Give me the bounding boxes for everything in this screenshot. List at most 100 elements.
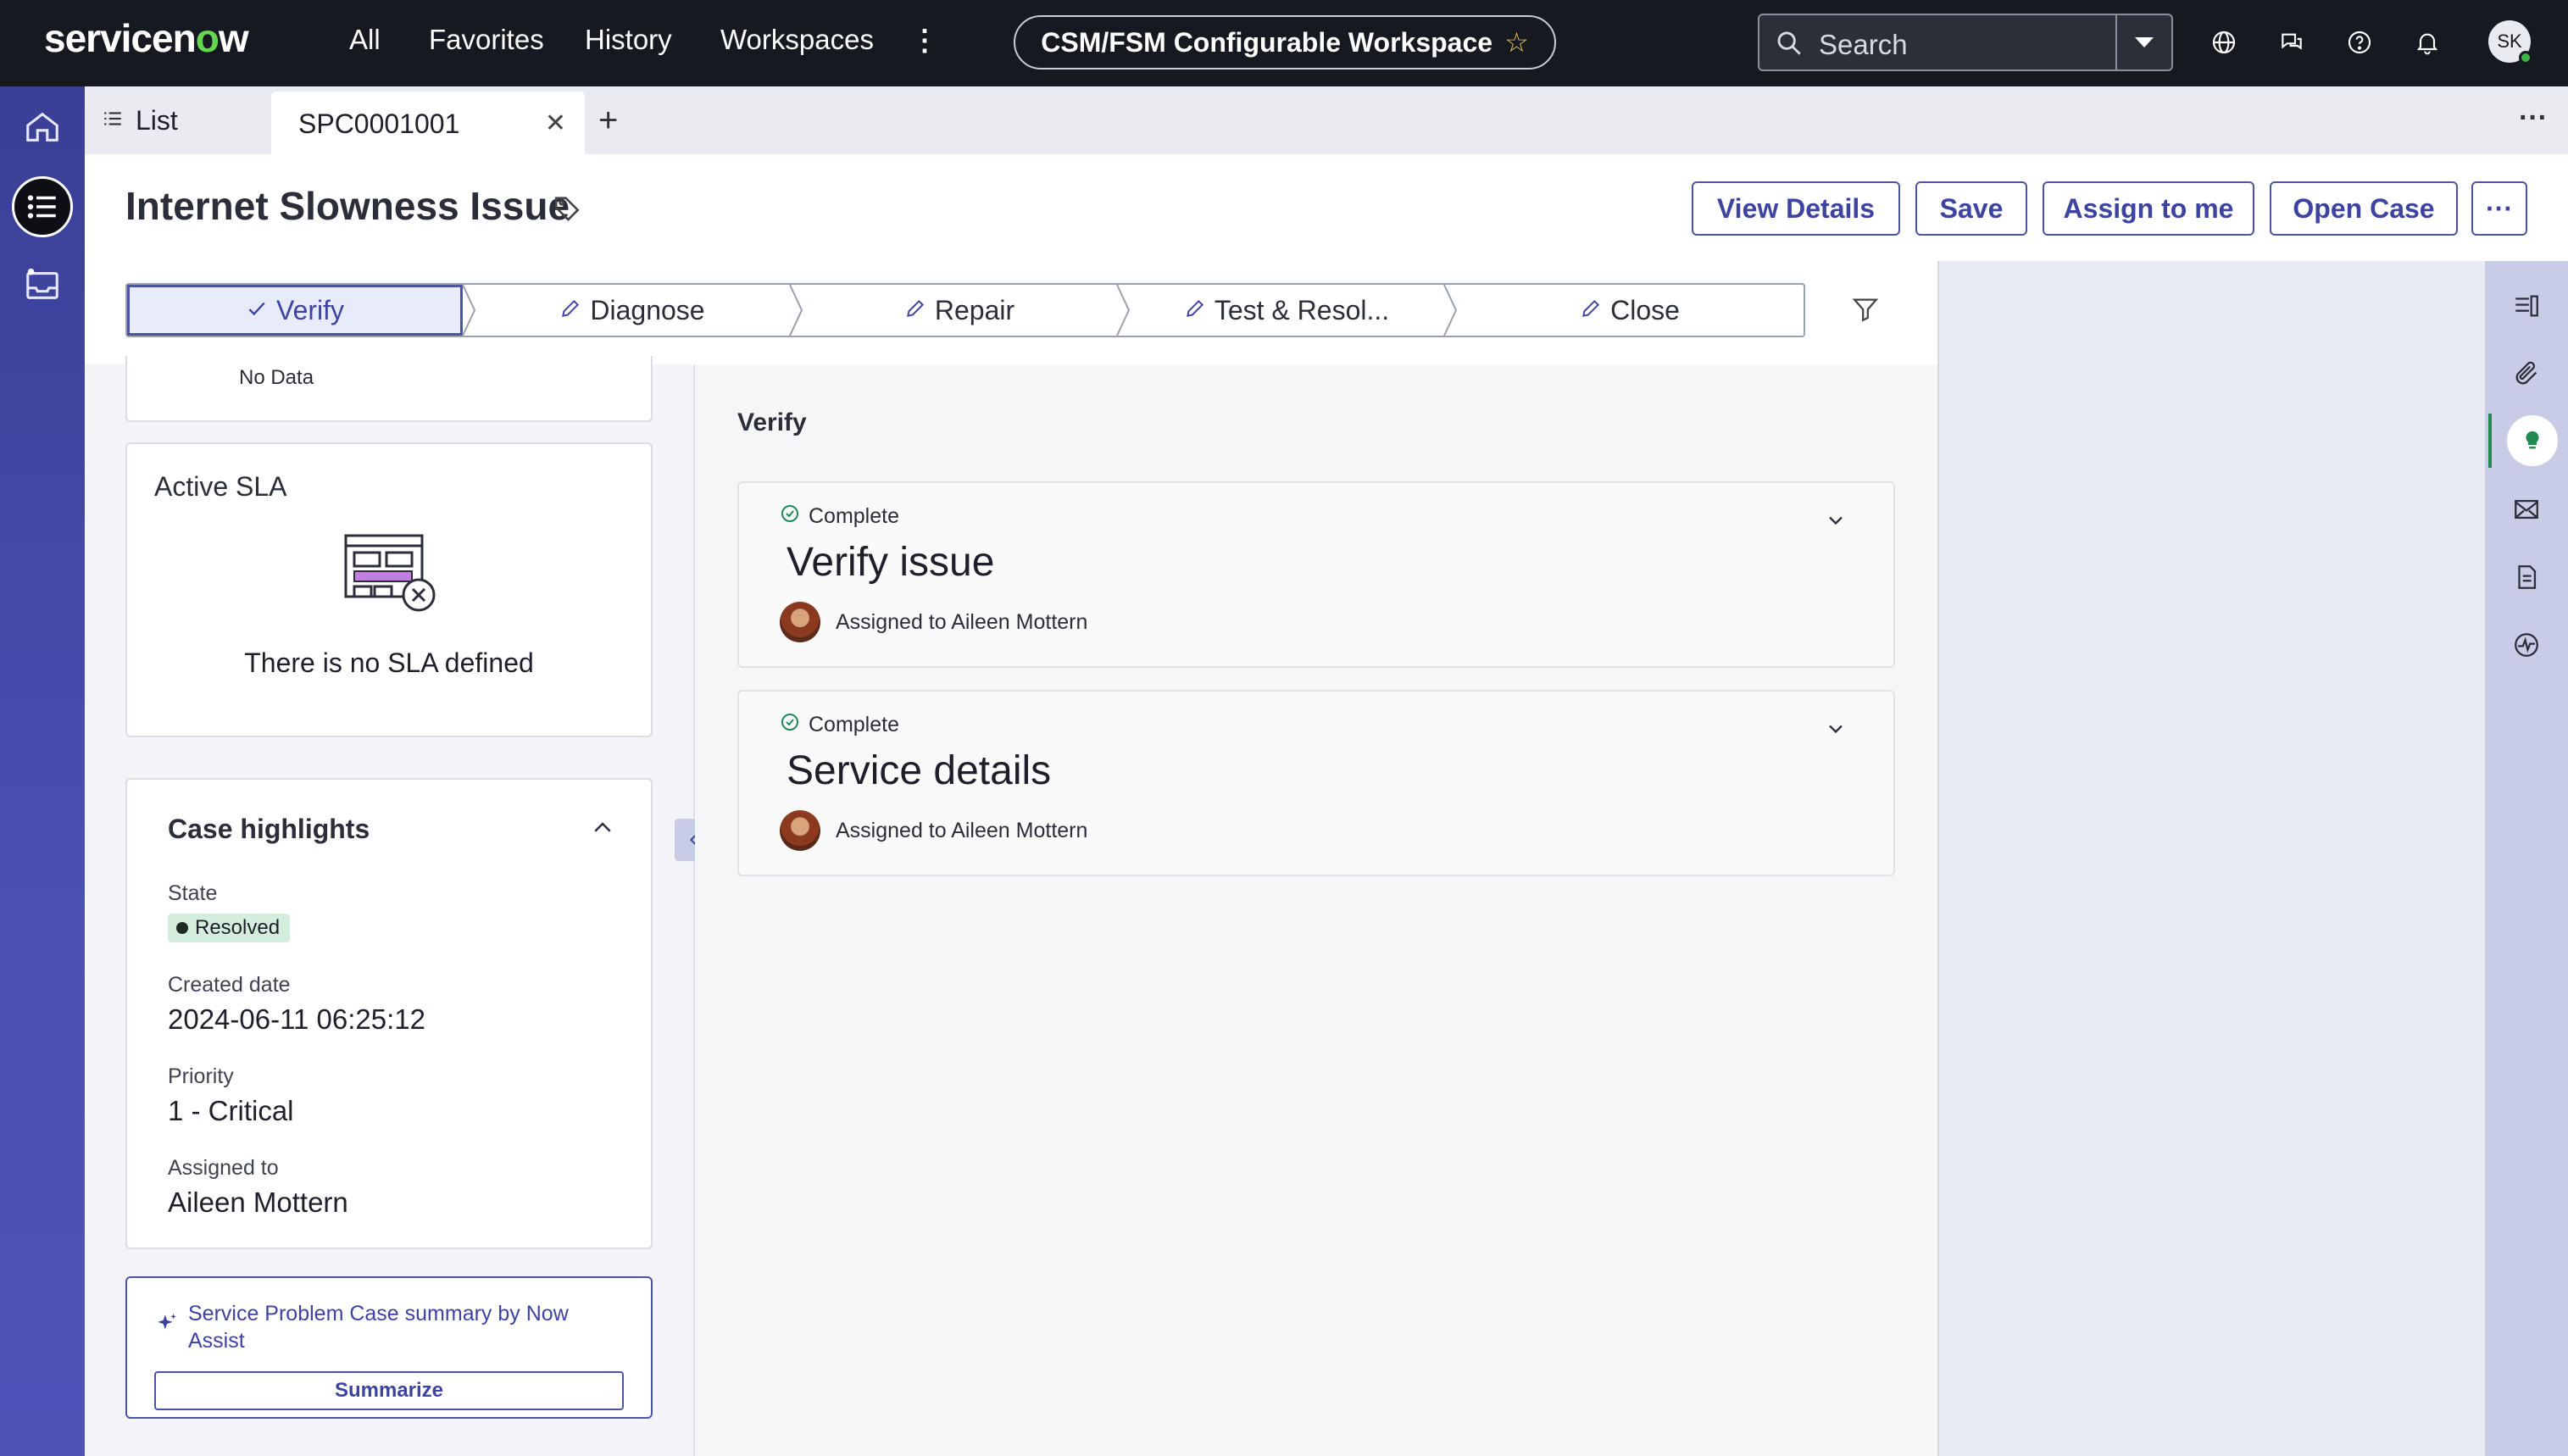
pencil-icon [1184, 295, 1206, 326]
workspace-title: CSM/FSM Configurable Workspace [1041, 26, 1493, 58]
agent-assist-icon [2507, 415, 2558, 466]
section-title: Verify [737, 408, 807, 436]
tab-list[interactable]: List [102, 86, 178, 154]
task-status: Complete [780, 503, 899, 530]
task-title: Service details [787, 748, 1052, 793]
check-circle-icon [780, 503, 800, 530]
contextual-side-panel [1937, 261, 2485, 1456]
stage-label: Repair [934, 294, 1015, 325]
task-status-label: Complete [809, 504, 899, 528]
tabs-bar: List SPC0001001 ✕ + ··· [85, 86, 2568, 154]
assignee-avatar [780, 810, 820, 851]
nav-more-icon[interactable]: ⋮ [910, 24, 939, 58]
activity-icon[interactable] [2507, 625, 2546, 664]
workspace-pill[interactable]: CSM/FSM Configurable Workspace ☆ [1014, 15, 1556, 69]
globe-icon[interactable] [2207, 25, 2241, 59]
status-dot [176, 922, 188, 934]
tag-icon[interactable] [553, 193, 581, 226]
document-icon[interactable] [2507, 558, 2546, 597]
pencil-icon [1580, 295, 1602, 326]
created-date-label: Created date [168, 973, 291, 997]
state-value: Resolved [195, 916, 281, 939]
chevron-up-icon[interactable] [590, 815, 615, 845]
add-tab-icon[interactable]: + [598, 102, 618, 140]
chat-icon[interactable] [2275, 25, 2309, 59]
previous-card [125, 356, 653, 422]
chevron-down-icon[interactable] [1824, 508, 1848, 536]
search-icon [1775, 29, 1804, 62]
check-circle-icon [780, 712, 800, 738]
task-card[interactable]: Complete Verify issue Assigned to Aileen… [737, 481, 1895, 668]
tab-spc0001001[interactable]: SPC0001001 ✕ [271, 92, 585, 154]
assigned-to-label: Assigned to [168, 1156, 279, 1180]
task-assignee: Assigned to Aileen Mottern [836, 819, 1088, 842]
task-status-label: Complete [809, 713, 899, 736]
stage-diagnose[interactable]: Diagnose [475, 285, 790, 336]
star-icon[interactable]: ☆ [1504, 26, 1529, 58]
save-button[interactable]: Save [1915, 181, 2027, 236]
user-initials: SK [2497, 31, 2522, 52]
home-icon[interactable] [12, 97, 73, 158]
assign-to-me-button[interactable]: Assign to me [2043, 181, 2254, 236]
details-panel-icon[interactable] [2507, 286, 2546, 325]
no-sla-illustration-icon [344, 534, 439, 620]
right-rail [2485, 261, 2568, 1456]
servicenow-logo[interactable]: servicenow [44, 15, 249, 61]
assigned-to-value: Aileen Mottern [168, 1186, 348, 1218]
list-icon[interactable] [12, 176, 73, 237]
email-icon[interactable] [2507, 490, 2546, 529]
left-rail [0, 86, 85, 1456]
case-highlights-title: Case highlights [168, 814, 370, 844]
page-title: Internet Slowness Issue [125, 184, 570, 228]
notifications-icon[interactable] [2410, 25, 2444, 59]
summarize-button[interactable]: Summarize [154, 1371, 624, 1410]
status-badge: Resolved [168, 914, 291, 942]
stage-test-resolve[interactable]: Test & Resol... [1129, 285, 1444, 336]
priority-label: Priority [168, 1064, 234, 1088]
more-actions-button[interactable]: ··· [2471, 181, 2527, 236]
task-assignee: Assigned to Aileen Mottern [836, 610, 1088, 634]
open-case-button[interactable]: Open Case [2270, 181, 2458, 236]
view-details-button[interactable]: View Details [1692, 181, 1900, 236]
stage-progress-bar: Verify Diagnose Repair Test & Resol... C… [125, 283, 1805, 337]
stage-label: Diagnose [590, 294, 705, 325]
search-input[interactable]: Search [1819, 29, 1908, 61]
stage-label: Test & Resol... [1214, 294, 1390, 325]
top-nav: servicenow All Favorites History Workspa… [0, 0, 2568, 86]
priority-value: 1 - Critical [168, 1095, 294, 1126]
task-title: Verify issue [787, 540, 995, 585]
nav-favorites[interactable]: Favorites [429, 24, 544, 56]
stage-close[interactable]: Close [1456, 285, 1804, 336]
state-label: State [168, 881, 218, 905]
search-scope-dropdown[interactable] [2115, 15, 2171, 69]
user-avatar[interactable]: SK [2488, 20, 2532, 64]
chevron-down-icon[interactable] [1824, 717, 1848, 745]
presence-indicator [2519, 51, 2532, 64]
inbox-icon[interactable] [12, 254, 73, 315]
tab-list-label: List [136, 104, 178, 136]
global-search[interactable]: Search [1758, 14, 2173, 71]
tabs-more-icon[interactable]: ··· [2519, 102, 2548, 135]
pencil-icon [904, 295, 926, 326]
help-icon[interactable] [2343, 25, 2376, 59]
active-sla-title: Active SLA [154, 471, 287, 502]
attachment-icon[interactable] [2507, 354, 2546, 393]
stage-label: Close [1610, 294, 1680, 325]
list-tab-icon [102, 105, 124, 136]
stage-verify[interactable]: Verify [127, 285, 463, 336]
tab-record-label: SPC0001001 [298, 108, 460, 139]
agent-assist-tab[interactable] [2488, 414, 2565, 468]
task-card[interactable]: Complete Service details Assigned to Ail… [737, 690, 1895, 876]
case-summary-link[interactable]: Service Problem Case summary by Now Assi… [188, 1300, 620, 1354]
check-icon [246, 295, 268, 326]
sparkle-icon [156, 1312, 178, 1338]
close-tab-icon[interactable]: ✕ [545, 108, 566, 138]
no-sla-message: There is no SLA defined [244, 647, 534, 678]
no-data-text: No Data [239, 366, 314, 389]
pencil-icon [559, 295, 581, 326]
nav-all[interactable]: All [349, 24, 381, 56]
filter-icon[interactable] [1851, 295, 1880, 328]
nav-workspaces[interactable]: Workspaces [720, 24, 874, 56]
stage-repair[interactable]: Repair [802, 285, 1117, 336]
nav-history[interactable]: History [585, 24, 672, 56]
